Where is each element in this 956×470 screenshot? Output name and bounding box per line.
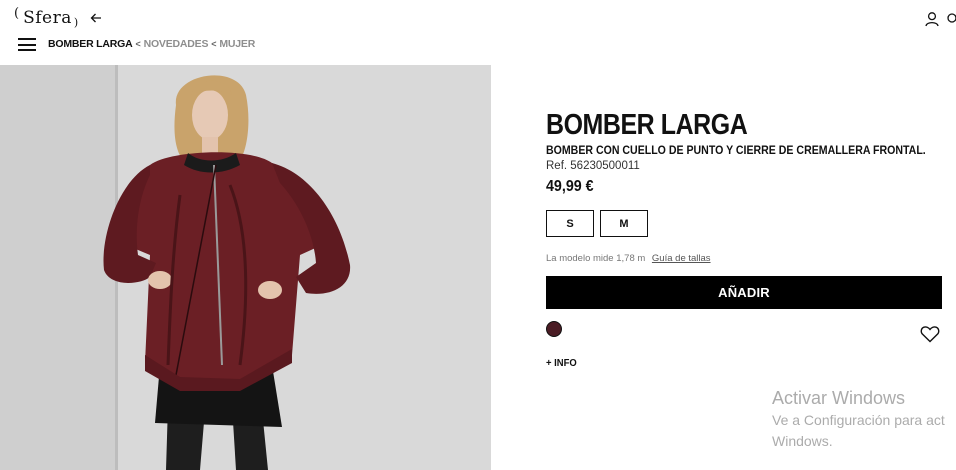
size-button-s[interactable]: S bbox=[546, 210, 594, 237]
product-info: BOMBER LARGA BOMBER CON CUELLO DE PUNTO … bbox=[546, 110, 942, 369]
breadcrumb-item-mujer[interactable]: MUJER bbox=[219, 38, 255, 50]
user-icon[interactable] bbox=[924, 11, 940, 27]
heart-icon[interactable] bbox=[920, 325, 940, 343]
breadcrumb-separator: < bbox=[135, 39, 141, 49]
size-button-m[interactable]: M bbox=[600, 210, 648, 237]
product-subtitle: BOMBER CON CUELLO DE PUNTO Y CIERRE DE C… bbox=[546, 145, 926, 157]
breadcrumb-separator: < bbox=[211, 39, 217, 49]
size-selector: S M bbox=[546, 210, 942, 237]
color-row bbox=[546, 321, 942, 343]
size-guide-link[interactable]: Guía de tallas bbox=[652, 253, 711, 264]
breadcrumb-current: BOMBER LARGA bbox=[48, 38, 133, 50]
model-info: La modelo mide 1,78 m Guía de tallas bbox=[546, 253, 942, 264]
logo[interactable]: ( Sfera ) bbox=[14, 6, 79, 29]
product-image[interactable] bbox=[0, 65, 491, 470]
model-height-text: La modelo mide 1,78 m bbox=[546, 253, 646, 264]
watermark-line-2: Windows. bbox=[772, 433, 833, 449]
product-title: BOMBER LARGA bbox=[546, 109, 748, 141]
color-swatch[interactable] bbox=[546, 321, 562, 337]
logo-paren-right: ) bbox=[73, 15, 79, 29]
bag-icon[interactable] bbox=[946, 12, 956, 26]
breadcrumb-item-novedades[interactable]: NOVEDADES bbox=[144, 38, 209, 50]
logo-text: Sfera bbox=[23, 8, 72, 28]
add-to-cart-button[interactable]: AÑADIR bbox=[546, 276, 942, 309]
product-price: 49,99 € bbox=[546, 178, 594, 195]
menu-icon[interactable] bbox=[18, 38, 36, 51]
watermark-line-1: Ve a Configuración para act bbox=[772, 412, 945, 428]
more-info-link[interactable]: + INFO bbox=[546, 357, 902, 369]
top-icons bbox=[924, 11, 956, 27]
arrow-left-icon[interactable] bbox=[89, 11, 103, 25]
logo-paren-left: ( bbox=[14, 6, 20, 21]
watermark-title: Activar Windows bbox=[772, 388, 906, 408]
windows-activation-watermark: Activar Windows Ve a Configuración para … bbox=[772, 387, 945, 451]
breadcrumb: BOMBER LARGA < NOVEDADES < MUJER bbox=[48, 38, 255, 50]
product-ref: Ref. 56230500011 bbox=[546, 160, 640, 172]
